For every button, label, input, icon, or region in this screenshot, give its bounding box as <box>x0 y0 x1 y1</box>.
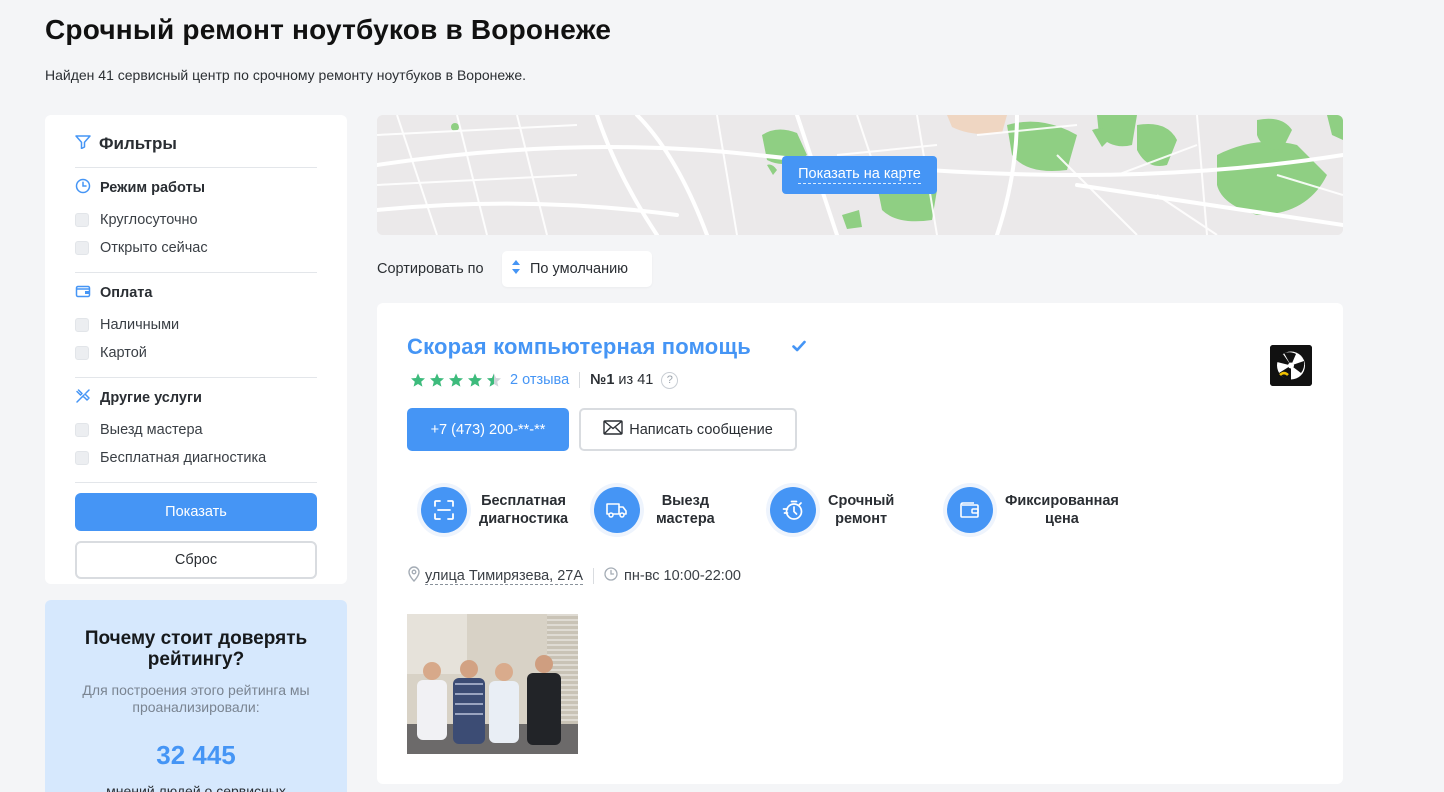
location-pin-icon <box>407 566 421 586</box>
feature-fixed-price: Фиксированная цена <box>943 483 1143 537</box>
page-subtitle: Найден 41 сервисный центр по срочному ре… <box>45 67 527 83</box>
map-preview[interactable]: Показать на карте <box>377 115 1343 235</box>
verified-check-icon <box>792 339 806 357</box>
clock-icon <box>75 178 91 198</box>
reset-button[interactable]: Сброс <box>75 541 317 579</box>
tools-icon <box>75 388 91 408</box>
star-icon <box>449 373 463 387</box>
service-logo <box>1270 345 1312 386</box>
filters-panel: Фильтры Режим работы Круглосуточно Откры… <box>45 115 347 584</box>
trust-box: Почему стоит доверять рейтингу? Для пост… <box>45 600 347 792</box>
checkbox[interactable] <box>75 346 89 360</box>
scan-icon <box>421 487 467 533</box>
trust-title: Почему стоит доверять рейтингу? <box>84 628 308 670</box>
trust-text: Для построения этого рейтинга мы проанал… <box>82 682 310 715</box>
page-title: Срочный ремонт ноутбуков в Воронеже <box>45 14 612 45</box>
trust-number: 32 445 <box>156 740 236 770</box>
feature-master-visit: Выезд мастера <box>590 483 766 537</box>
filter-option-free-diagnostics[interactable]: Бесплатная диагностика <box>75 444 317 472</box>
filter-group-services: Другие услуги Выезд мастера Бесплатная д… <box>75 378 317 482</box>
clock-icon <box>604 567 618 585</box>
sort-selected-value: По умолчанию <box>530 261 629 277</box>
service-card: Скорая компьютерная помощь 2 отзыва №1 и… <box>377 303 1343 784</box>
feature-free-diagnostics: Бесплатная диагностика <box>417 483 590 537</box>
star-icon <box>411 373 425 387</box>
trust-footer: мнений людей о сервисных <box>106 783 286 792</box>
sort-label: Сортировать по <box>377 261 484 277</box>
separator <box>579 372 581 388</box>
rating-row: 2 отзыва №1 из 41 ? <box>410 370 679 390</box>
checkbox[interactable] <box>75 423 89 437</box>
filters-title: Фильтры <box>99 134 177 153</box>
checkbox[interactable] <box>75 318 89 332</box>
sort-arrows-icon <box>511 258 521 280</box>
working-hours: пн-вс 10:00-22:00 <box>624 568 741 584</box>
checkbox[interactable] <box>75 241 89 255</box>
filter-option-open-now[interactable]: Открыто сейчас <box>75 234 317 262</box>
rank: №1 из 41 <box>590 372 654 388</box>
divider <box>75 482 317 483</box>
feature-urgent-repair: Срочный ремонт <box>766 483 943 537</box>
checkbox[interactable] <box>75 451 89 465</box>
address-link[interactable]: улица Тимирязева, 27А <box>425 568 584 585</box>
filters-header: Фильтры <box>75 133 317 155</box>
features-row: Бесплатная диагностика Выезд мастера Срочн… <box>417 483 1143 537</box>
filter-icon <box>75 134 91 154</box>
wallet-icon <box>947 487 993 533</box>
filter-group-work-mode: Режим работы Круглосуточно Открыто сейча… <box>75 168 317 272</box>
help-icon[interactable]: ? <box>661 371 679 389</box>
feature-label: Бесплатная диагностика <box>479 493 569 527</box>
meta-row: улица Тимирязева, 27А пн-вс 10:00-22:00 <box>407 566 741 586</box>
star-icon <box>468 373 482 387</box>
star-half-icon <box>487 373 501 387</box>
checkbox[interactable] <box>75 213 89 227</box>
separator <box>593 568 595 584</box>
show-on-map-button[interactable]: Показать на карте <box>782 156 937 194</box>
filter-group-title: Оплата <box>100 285 153 301</box>
show-button[interactable]: Показать <box>75 493 317 531</box>
service-name-link[interactable]: Скорая компьютерная помощь <box>407 334 751 360</box>
phone-button[interactable]: +7 (473) 200-**-** <box>407 408 569 451</box>
filter-option-card[interactable]: Картой <box>75 339 317 367</box>
feature-label: Выезд мастера <box>656 493 715 527</box>
filter-group-payment: Оплата Наличными Картой <box>75 273 317 377</box>
feature-label: Фиксированная цена <box>1005 493 1119 527</box>
wallet-icon <box>75 283 91 303</box>
truck-icon <box>594 487 640 533</box>
filter-group-title: Режим работы <box>100 180 205 196</box>
reviews-link[interactable]: 2 отзыва <box>510 372 569 388</box>
rating-stars <box>410 372 502 388</box>
feature-label: Срочный ремонт <box>828 493 895 527</box>
envelope-icon <box>603 420 623 439</box>
star-icon <box>430 373 444 387</box>
sort-select[interactable]: По умолчанию <box>502 251 652 287</box>
write-message-button[interactable]: Написать сообщение <box>579 408 797 451</box>
filter-option-master-visit[interactable]: Выезд мастера <box>75 416 317 444</box>
filter-group-title: Другие услуги <box>100 390 202 406</box>
service-photo[interactable] <box>407 614 578 754</box>
stopwatch-icon <box>770 487 816 533</box>
filter-option-cash[interactable]: Наличными <box>75 311 317 339</box>
filter-option-24h[interactable]: Круглосуточно <box>75 206 317 234</box>
